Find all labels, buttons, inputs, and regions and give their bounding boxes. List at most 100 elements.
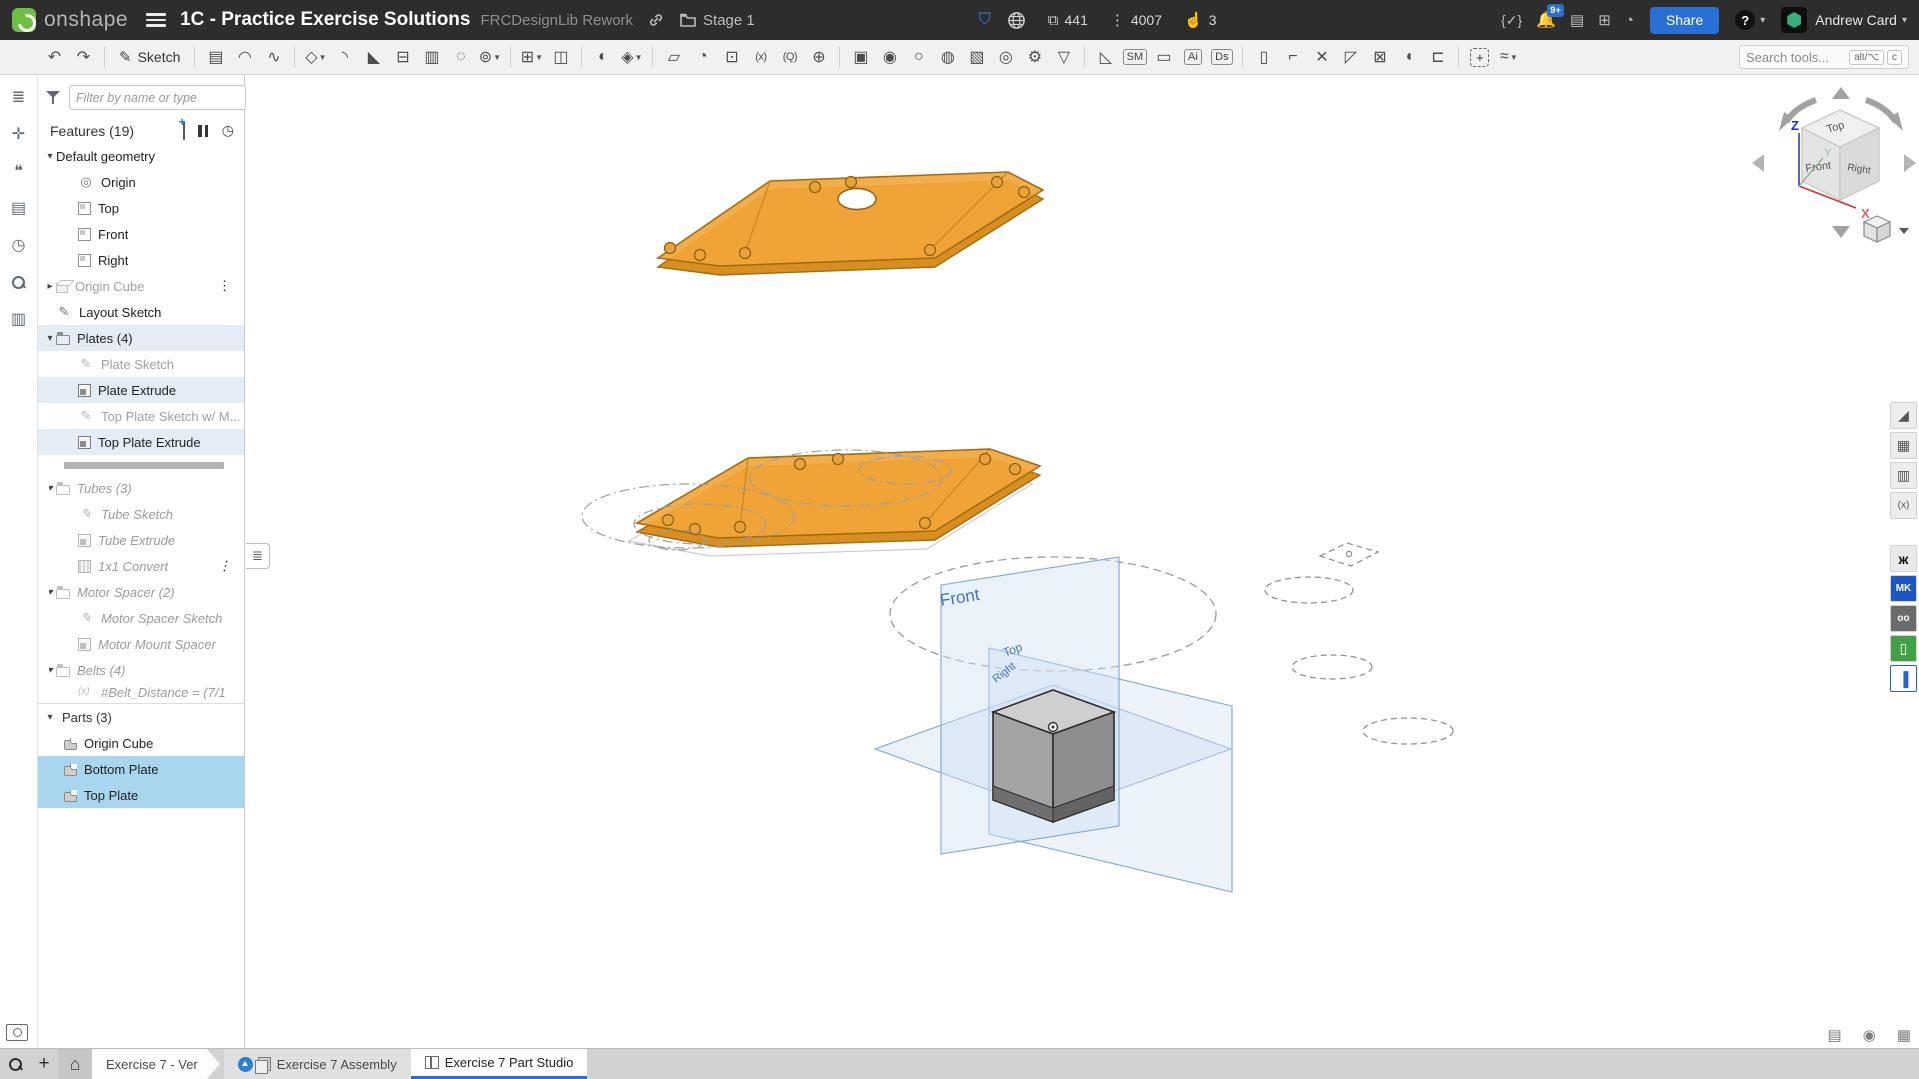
ai-assistant-icon[interactable]: ◔ (1625, 12, 1634, 29)
feature-row[interactable]: Right (38, 247, 244, 273)
balloon-icon[interactable]: ○ (905, 44, 932, 71)
featurescript-robot-icon[interactable]: ◉ (876, 44, 903, 71)
feature-row[interactable]: ▾Default geometry (38, 143, 244, 169)
help-icon[interactable]: ? (1735, 10, 1755, 30)
comments-panel-icon[interactable]: ❝ (7, 159, 31, 183)
mk-app-icon[interactable]: MK (1890, 575, 1917, 602)
chamfer-icon[interactable]: ◣ (360, 44, 387, 71)
feature-row[interactable]: Plate Extrude (38, 377, 244, 403)
feature-row[interactable]: ✎Top Plate Sketch w/ M... (38, 403, 244, 429)
chevron-down-icon[interactable]: ▾ (44, 483, 56, 494)
feature-row[interactable]: ✎Layout Sketch (38, 299, 244, 325)
part-row[interactable]: Bottom Plate (38, 756, 244, 782)
rollback-bar[interactable] (38, 458, 244, 472)
structure-panel-icon[interactable]: ≣ (7, 85, 31, 109)
user-name[interactable]: Andrew Card (1815, 12, 1897, 28)
revolve-icon[interactable]: ◠ (231, 44, 258, 71)
fillet-icon[interactable]: ◝ (331, 44, 358, 71)
redo-icon[interactable]: ↷ (70, 44, 97, 71)
hole-icon[interactable]: ◌ (447, 44, 474, 71)
grid-icon[interactable]: ▦ (1897, 1026, 1911, 1044)
feature-row[interactable]: ✎Tube Sketch (38, 501, 244, 527)
screen-capture-icon[interactable] (6, 1024, 28, 1041)
notes-panel-icon[interactable]: ▥ (7, 307, 31, 331)
move-panel-icon[interactable]: ✛ (7, 122, 31, 146)
delete-face-icon[interactable]: ✕ (1308, 44, 1335, 71)
boolean-icon[interactable]: ◐ (589, 44, 616, 71)
appearance-icon[interactable]: ▧ (963, 44, 990, 71)
viewport-3d[interactable]: Front Top Right Top Front Right Z X Y (0, 0, 1919, 1079)
thumbs-up-icon[interactable]: ☝ (1184, 11, 1203, 29)
drawing-icon[interactable]: ▯ (1250, 44, 1277, 71)
chevron-down-icon[interactable]: ▾ (44, 665, 56, 676)
link-icon[interactable] (647, 11, 665, 29)
cube-grid-icon[interactable]: ▦ (1890, 432, 1917, 459)
feature-row[interactable]: ▾Motor Spacer (2) (38, 579, 244, 605)
linear-pattern-icon[interactable]: ⊞▼ (518, 44, 545, 71)
feature-status-dots-icon[interactable]: ⋮ (218, 278, 230, 294)
plane-icon[interactable]: ▱ (660, 44, 687, 71)
feature-row[interactable]: Front (38, 221, 244, 247)
feature-row[interactable]: 1x1 Convert⋮ (38, 553, 244, 579)
feature-status-dots-icon[interactable]: ⋮ (218, 558, 230, 574)
feature-row[interactable]: Tube Extrude (38, 527, 244, 553)
tables-panel-icon[interactable]: ▤ (7, 196, 31, 220)
learning-center-icon[interactable]: ⛉ (979, 11, 991, 29)
feature-row[interactable]: ▸Origin Cube⋮ (38, 273, 244, 299)
feature-row[interactable]: Motor Mount Spacer (38, 631, 244, 657)
settings-gear-icon[interactable]: ⚙ (1021, 44, 1048, 71)
chevron-down-icon[interactable]: ▾ (44, 333, 56, 344)
thread-icon[interactable]: ⊚▼ (476, 44, 503, 71)
variable-icon[interactable]: (x) (747, 44, 774, 71)
sketch-button[interactable]: ✎Sketch (111, 48, 188, 66)
suspend-rebuild-icon[interactable] (197, 125, 210, 137)
slot-icon[interactable]: ◎ (992, 44, 1019, 71)
onshape-logo-icon[interactable] (12, 8, 36, 32)
feature-row[interactable]: Top Plate Extrude (38, 429, 244, 455)
pages-icon[interactable]: ⧉ (1048, 12, 1059, 29)
chevron-down-icon[interactable]: ▾ (44, 151, 56, 162)
history-panel-icon[interactable]: ◷ (7, 233, 31, 257)
feature-row[interactable]: ▾Tubes (3) (38, 475, 244, 501)
document-title[interactable]: 1C - Practice Exercise Solutions (180, 9, 470, 31)
chevron-right-icon[interactable]: ▸ (44, 281, 56, 292)
featurescript-check-icon[interactable]: {✓} (1501, 12, 1522, 29)
search-tools-field[interactable]: Search tools... alt/⌥c (1739, 45, 1909, 69)
bracket-icon[interactable]: ⊏ (1424, 44, 1451, 71)
bottom-plate-part[interactable] (637, 449, 1040, 547)
transform-icon[interactable]: ◈▼ (618, 44, 645, 71)
ramp-view-icon[interactable]: ◢ (1890, 402, 1917, 429)
location-label[interactable]: Stage 1 (703, 12, 755, 29)
chevron-down-icon[interactable]: ▾ (44, 712, 56, 723)
rollback-bar-handle[interactable] (64, 462, 224, 469)
top-plate-part[interactable] (658, 172, 1043, 275)
blue-book-app-icon[interactable]: ▐ (1890, 665, 1917, 692)
dots-column-icon[interactable]: ⋮ (1110, 11, 1125, 29)
butterfly-app-icon[interactable]: ж (1890, 545, 1917, 572)
share-button[interactable]: Share (1650, 7, 1719, 34)
hamburger-menu-icon[interactable] (146, 13, 166, 27)
replace-face-icon[interactable]: ⊠ (1366, 44, 1393, 71)
create-folder-icon[interactable] (183, 123, 185, 139)
insert-origin-icon[interactable]: + (1466, 44, 1493, 71)
undo-icon[interactable]: ↶ (41, 44, 68, 71)
search-panel-icon[interactable] (7, 270, 31, 294)
mirror-icon[interactable]: ◫ (547, 44, 574, 71)
feature-row[interactable]: ▾Plates (4) (38, 325, 244, 351)
bend-icon[interactable]: ⌐ (1279, 44, 1306, 71)
feature-row[interactable]: ◎Origin (38, 169, 244, 195)
tab-assembly[interactable]: Exercise 7 Assembly (224, 1049, 411, 1079)
notifications-bell-icon[interactable]: 🔔9+ (1536, 10, 1556, 30)
origin-cube-part[interactable] (993, 690, 1114, 822)
user-caret-icon[interactable]: ▾ (1902, 15, 1907, 26)
custom-feature-icon[interactable]: ≈▼ (1495, 44, 1522, 71)
parts-section-header[interactable]: ▾ Parts (3) (38, 704, 244, 730)
app-grid-icon[interactable]: ⊞ (1598, 11, 1611, 29)
filter-feature-icon[interactable]: ▽ (1050, 44, 1077, 71)
rib-icon[interactable]: ▥ (418, 44, 445, 71)
extrude-icon[interactable]: ▤ (202, 44, 229, 71)
derived-icon[interactable]: ⊡ (718, 44, 745, 71)
loft-icon[interactable]: ◇▼ (302, 44, 329, 71)
robot-icon[interactable]: ◍ (934, 44, 961, 71)
tab-version[interactable]: Exercise 7 - Ver (92, 1049, 220, 1079)
